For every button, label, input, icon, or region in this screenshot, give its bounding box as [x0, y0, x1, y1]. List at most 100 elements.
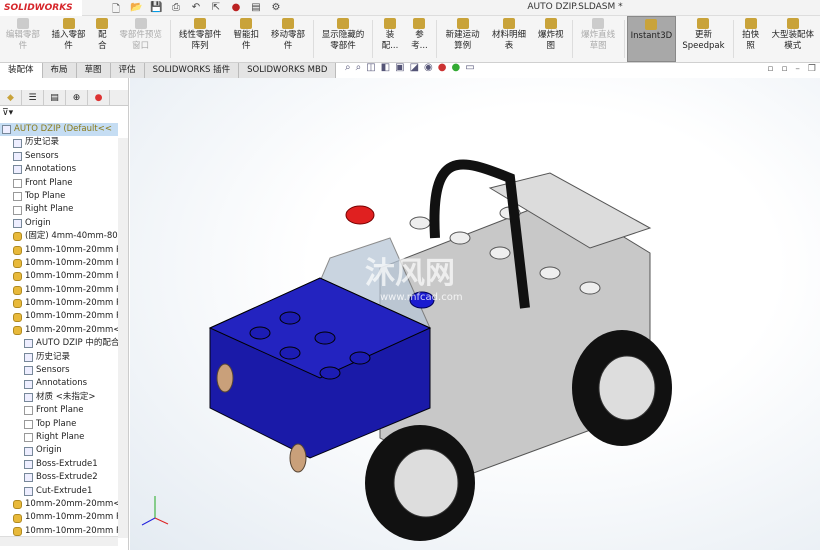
ribbon-button-2[interactable]: 配合 [91, 16, 113, 62]
tree-item[interactable]: 10mm-10mm-20mm P< [0, 297, 118, 310]
tree-item[interactable]: 10mm-10mm-20mm P< [0, 310, 118, 323]
tree-item[interactable]: (固定) 4mm-40mm-80mm [0, 230, 118, 243]
tree-item[interactable]: AUTO DZIP 中的配合 [0, 337, 118, 350]
origin-icon [13, 218, 22, 228]
dimxpert-tab-icon[interactable]: ⊕ [66, 90, 88, 105]
tree-item[interactable]: Origin [0, 217, 118, 230]
ribbon-button-14[interactable]: Instant3D [626, 16, 677, 62]
tree-item[interactable]: Sensors [0, 364, 118, 377]
ribbon-button-4[interactable]: 线性零部件阵列 [173, 16, 228, 62]
section-view-icon[interactable]: ◧ [381, 62, 390, 73]
tree-item[interactable]: 历史记录 [0, 136, 118, 149]
maximize-icon[interactable]: ❐ [808, 64, 816, 74]
tree-item[interactable]: 材质 <未指定> [0, 391, 118, 404]
ribbon-button-5[interactable]: 智能扣件 [227, 16, 265, 62]
view-orientation-icon[interactable]: ▣ [395, 62, 404, 73]
ribbon-button-1[interactable]: 插入零部件 [46, 16, 92, 62]
tab-3[interactable]: 评估 [110, 63, 145, 78]
tile-icon[interactable]: ▫ [781, 64, 787, 74]
ribbon-button-12[interactable]: 爆炸视图 [532, 16, 570, 62]
view-settings-icon[interactable]: ▭ [465, 62, 474, 73]
ribbon-button-0[interactable]: 编辑零部件 [0, 16, 46, 62]
configuration-manager-tab-icon[interactable]: ▤ [44, 90, 66, 105]
ribbon-button-label: 编辑零部件 [5, 30, 40, 51]
tab-5[interactable]: SOLIDWORKS MBD [239, 63, 337, 78]
folder-icon [13, 151, 22, 161]
tree-item-label: 10mm-10mm-20mm P< [25, 298, 118, 309]
scene-icon[interactable]: ● [452, 62, 461, 73]
part-icon [13, 259, 22, 269]
ribbon-button-label: 插入零部件 [51, 30, 86, 51]
feature-manager-tab-icon[interactable]: ◆ [0, 90, 22, 105]
minimize-icon[interactable]: – [795, 64, 800, 74]
tree-item[interactable]: 10mm-10mm-20mm P< [0, 284, 118, 297]
restore-icon[interactable]: ▫ [767, 64, 773, 74]
tree-item[interactable]: 10mm-10mm-20mm P< [0, 270, 118, 283]
filter-icon[interactable]: ⊽▾ [2, 108, 13, 118]
ribbon-button-3[interactable]: 零部件预览窗口 [113, 16, 168, 62]
zoom-to-fit-icon[interactable]: ⌕ [345, 62, 351, 73]
tree-item[interactable]: AUTO DZIP (Default<< [0, 123, 118, 137]
ribbon-separator [312, 20, 314, 58]
tree-item[interactable]: Annotations [0, 377, 118, 390]
ribbon-button-10[interactable]: 新建运动算例 [439, 16, 486, 62]
ribbon-button-label: 零部件预览窗口 [119, 30, 162, 51]
tree-item-label: 10mm-10mm-20mm P< [25, 311, 118, 322]
tree-item-label: 10mm-10mm-20mm P< [25, 284, 118, 295]
ribbon-icon [240, 18, 253, 29]
ribbon-button-7[interactable]: 显示隐藏的零部件 [316, 16, 371, 62]
tree-vertical-scrollbar[interactable] [118, 138, 128, 538]
ribbon-icon [194, 18, 207, 29]
ribbon-button-6[interactable]: 移动零部件 [265, 16, 311, 62]
tab-2[interactable]: 草图 [76, 63, 111, 78]
tree-item[interactable]: Top Plane [0, 190, 118, 203]
tree-item[interactable]: Boss-Extrude1 [0, 458, 118, 471]
ribbon-button-11[interactable]: 材料明细表 [486, 16, 532, 62]
tree-item[interactable]: Boss-Extrude2 [0, 471, 118, 484]
tree-item[interactable]: Right Plane [0, 431, 118, 444]
tree-item[interactable]: 10mm-10mm-20mm P< [0, 244, 118, 257]
previous-view-icon[interactable]: ◫ [366, 62, 375, 73]
ribbon-button-8[interactable]: 装配... [375, 16, 404, 62]
tree-item[interactable]: Annotations [0, 163, 118, 176]
tree-item[interactable]: Right Plane [0, 203, 118, 216]
ribbon-button-15[interactable]: 更新Speedpak [676, 16, 731, 62]
edit-appearance-icon[interactable]: ● [438, 62, 447, 73]
tree-item[interactable]: Top Plane [0, 418, 118, 431]
plane-icon [13, 178, 22, 188]
tree-item[interactable]: Sensors [0, 150, 118, 163]
tree-item[interactable]: 10mm-10mm-20mm P< [0, 257, 118, 270]
tree-item[interactable]: 10mm-20mm-20mm<2 [0, 498, 118, 511]
tab-1[interactable]: 布局 [42, 63, 77, 78]
folder-icon [13, 165, 22, 175]
display-manager-tab-icon[interactable]: ● [88, 90, 110, 105]
graphics-viewport[interactable]: 沐风网 www.mfcad.com [130, 78, 820, 550]
watermark-url: www.mfcad.com [380, 292, 463, 303]
ribbon-separator [732, 20, 734, 58]
hide-show-icon[interactable]: ◉ [424, 62, 433, 73]
tree-item[interactable]: Front Plane [0, 404, 118, 417]
ribbon-button-label: 线性零部件阵列 [178, 30, 222, 51]
ribbon-button-17[interactable]: 大型装配体模式 [766, 16, 820, 62]
tree-item[interactable]: Origin [0, 444, 118, 457]
tree-item[interactable]: Front Plane [0, 177, 118, 190]
zoom-area-icon[interactable]: ⌕ [356, 62, 362, 73]
ribbon-button-16[interactable]: 拍快照 [736, 16, 766, 62]
property-manager-tab-icon[interactable]: ☰ [22, 90, 44, 105]
tree-item[interactable]: 10mm-20mm-20mm<1 [0, 324, 118, 337]
ribbon-button-13[interactable]: 爆炸直线草图 [575, 16, 622, 62]
tree-item[interactable]: Cut-Extrude1 [0, 485, 118, 498]
ribbon-button-9[interactable]: 参考... [405, 16, 434, 62]
tree-item[interactable]: 历史记录 [0, 351, 118, 364]
tab-4[interactable]: SOLIDWORKS 插件 [144, 63, 240, 78]
ribbon-icon [456, 18, 469, 29]
display-style-icon[interactable]: ◪ [410, 62, 419, 73]
plane-icon [13, 205, 22, 215]
part-icon [13, 245, 22, 255]
tab-0[interactable]: 装配体 [0, 63, 43, 78]
tree-item-label: Origin [25, 217, 51, 228]
tree-horizontal-scrollbar[interactable] [0, 536, 118, 546]
feature-tree: AUTO DZIP (Default<< 历史记录 Sensors Annotatio… [0, 123, 118, 538]
tree-item[interactable]: 10mm-10mm-20mm P< [0, 511, 118, 524]
ribbon-icon [413, 18, 426, 29]
